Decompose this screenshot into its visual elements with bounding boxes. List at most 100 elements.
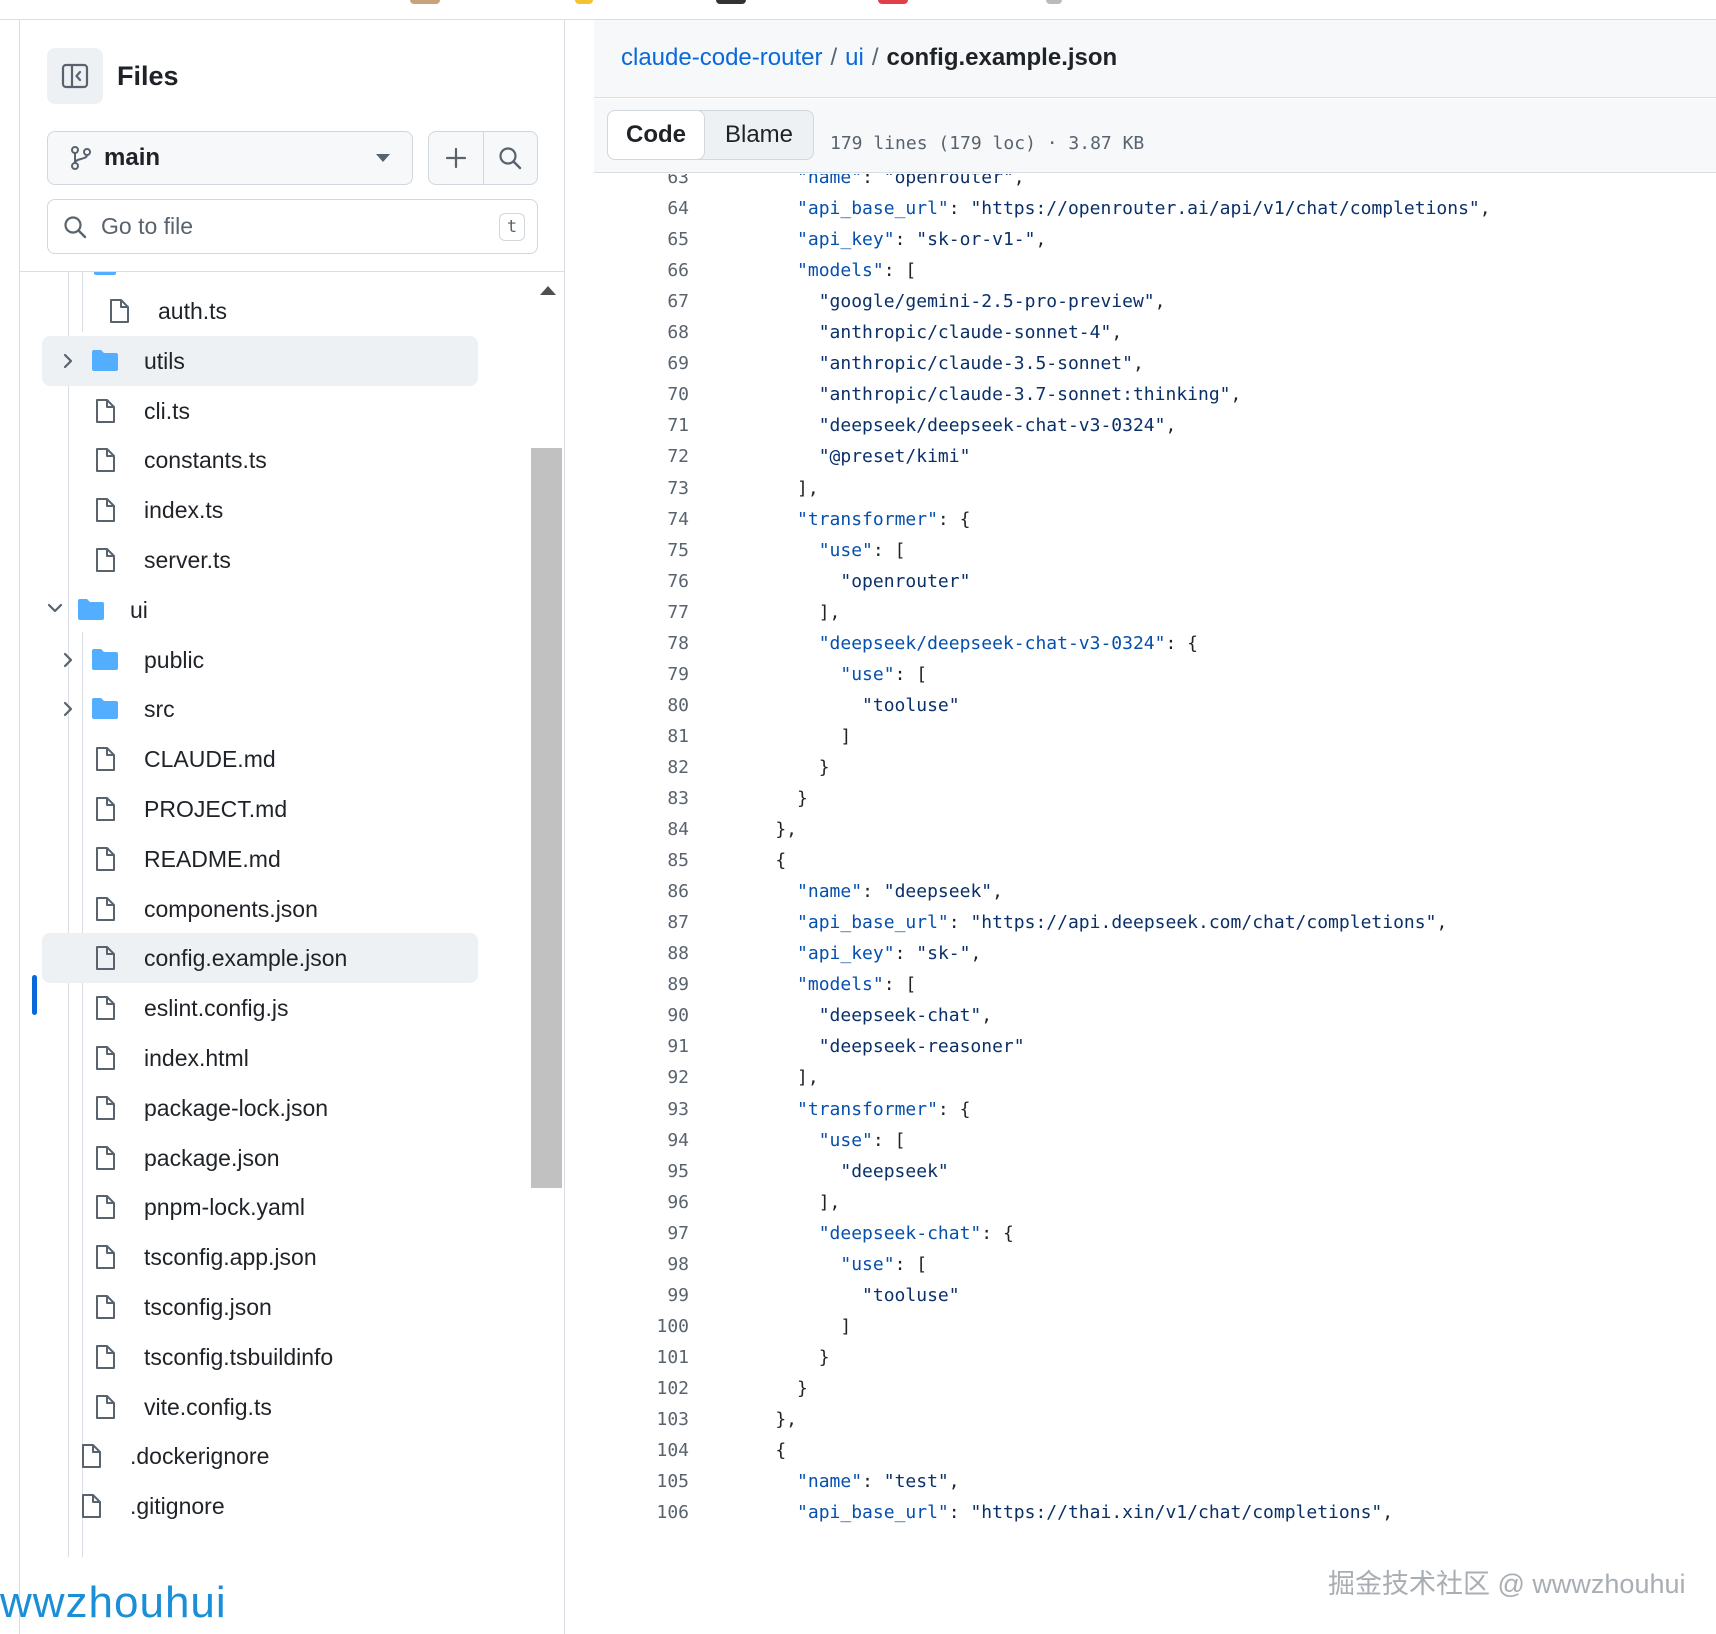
tree-file-server-ts[interactable]: server.ts: [42, 535, 478, 585]
tree-file-auth-ts[interactable]: auth.ts: [42, 286, 478, 336]
line-number[interactable]: 89: [594, 968, 689, 1002]
tree-file-constants-ts[interactable]: constants.ts: [42, 435, 478, 485]
line-number[interactable]: 71: [594, 409, 689, 443]
tree-file-eslint-config-js[interactable]: eslint.config.js: [42, 983, 478, 1033]
tree-file-package-json[interactable]: package.json: [42, 1133, 478, 1183]
line-number[interactable]: 99: [594, 1279, 689, 1313]
code-line: 102 }: [594, 1372, 1716, 1406]
line-content: "use": [: [840, 1253, 928, 1275]
tree-file-pnpm-lock-yaml[interactable]: pnpm-lock.yaml: [42, 1182, 478, 1232]
line-content: "transformer": {: [797, 1098, 971, 1120]
code-line: 79 "use": [: [594, 658, 1716, 692]
line-number[interactable]: 84: [594, 813, 689, 847]
tree-item-label: tsconfig.app.json: [144, 1244, 317, 1271]
line-number[interactable]: 87: [594, 906, 689, 940]
line-number[interactable]: 105: [594, 1465, 689, 1499]
chevron-down-icon[interactable]: [45, 602, 65, 614]
branch-selector-button[interactable]: main: [47, 131, 413, 185]
line-number[interactable]: 68: [594, 316, 689, 350]
line-content: }: [732, 1346, 830, 1368]
tree-folder-public[interactable]: public: [42, 635, 478, 685]
code-line: 101 }: [594, 1341, 1716, 1375]
chevron-right-icon[interactable]: [58, 701, 78, 717]
tree-folder-src[interactable]: src: [42, 684, 478, 734]
tree-file-tsconfig-app-json[interactable]: tsconfig.app.json: [42, 1232, 478, 1282]
line-number[interactable]: 70: [594, 378, 689, 412]
tree-file-cli-ts[interactable]: cli.ts: [42, 386, 478, 436]
add-file-button[interactable]: [429, 132, 483, 184]
line-number[interactable]: 76: [594, 565, 689, 599]
line-number[interactable]: 64: [594, 192, 689, 226]
line-number[interactable]: 86: [594, 875, 689, 909]
line-number[interactable]: 94: [594, 1124, 689, 1158]
tree-file-project-md[interactable]: PROJECT.md: [42, 784, 478, 834]
line-number[interactable]: 81: [594, 720, 689, 754]
blame-tab[interactable]: Blame: [705, 111, 813, 159]
line-number[interactable]: 90: [594, 999, 689, 1033]
chevron-right-icon[interactable]: [58, 353, 78, 369]
line-number[interactable]: 69: [594, 347, 689, 381]
line-number[interactable]: 67: [594, 285, 689, 319]
tree-file-package-lock-json[interactable]: package-lock.json: [42, 1083, 478, 1133]
line-number[interactable]: 72: [594, 440, 689, 474]
code-tab[interactable]: Code: [608, 111, 705, 159]
search-code-button[interactable]: [482, 132, 537, 184]
code-line: 67 "google/gemini-2.5-pro-preview",: [594, 285, 1716, 319]
line-number[interactable]: 92: [594, 1061, 689, 1095]
line-number[interactable]: 96: [594, 1186, 689, 1220]
sidebar-scrollbar[interactable]: [528, 272, 564, 1634]
collapse-sidebar-button[interactable]: [47, 48, 103, 104]
line-number[interactable]: 65: [594, 223, 689, 257]
line-number[interactable]: 77: [594, 596, 689, 630]
line-number[interactable]: 106: [594, 1496, 689, 1530]
breadcrumb-repo-link[interactable]: claude-code-router: [621, 44, 822, 71]
tree-folder-ui[interactable]: ui: [42, 585, 478, 635]
file-actions-group: [428, 131, 538, 185]
line-number[interactable]: 104: [594, 1434, 689, 1468]
line-number[interactable]: 79: [594, 658, 689, 692]
line-number[interactable]: 82: [594, 751, 689, 785]
scroll-up-arrow-icon[interactable]: [540, 286, 556, 295]
line-content: "tooluse": [862, 1284, 960, 1306]
line-number[interactable]: 93: [594, 1093, 689, 1127]
line-number[interactable]: 100: [594, 1310, 689, 1344]
line-number[interactable]: 75: [594, 534, 689, 568]
tree-folder-utils[interactable]: utils: [42, 335, 478, 386]
line-number[interactable]: 95: [594, 1155, 689, 1189]
tree-file-tsconfig-json[interactable]: tsconfig.json: [42, 1282, 478, 1332]
line-content: "name": "deepseek",: [797, 881, 1003, 903]
chevron-right-icon[interactable]: [58, 652, 78, 668]
line-number[interactable]: 85: [594, 844, 689, 878]
breadcrumb-folder-link[interactable]: ui: [845, 44, 864, 71]
line-number[interactable]: 66: [594, 254, 689, 288]
tree-file-index-ts[interactable]: index.ts: [42, 485, 478, 535]
go-to-file-placeholder: Go to file: [101, 213, 194, 239]
tree-file-components-json[interactable]: components.json: [42, 884, 478, 934]
tree-file-tsconfig-tsbuildinfo[interactable]: tsconfig.tsbuildinfo: [42, 1332, 478, 1382]
file-icon: [94, 1294, 116, 1320]
line-number[interactable]: 102: [594, 1372, 689, 1406]
tree-file-claude-md[interactable]: CLAUDE.md: [42, 734, 478, 784]
scrollbar-thumb[interactable]: [531, 448, 562, 1188]
tree-file-vite-config-ts[interactable]: vite.config.ts: [42, 1382, 478, 1432]
line-number[interactable]: 88: [594, 937, 689, 971]
code-line: 74 "transformer": {: [594, 503, 1716, 537]
line-number[interactable]: 103: [594, 1403, 689, 1437]
tree-file-readme-md[interactable]: README.md: [42, 834, 478, 884]
line-number[interactable]: 91: [594, 1030, 689, 1064]
tree-file-dockerignore[interactable]: .dockerignore: [42, 1431, 478, 1481]
tree-file-index-html[interactable]: index.html: [42, 1033, 478, 1083]
tree-item-label: package-lock.json: [144, 1094, 329, 1121]
go-to-file-input[interactable]: Go to file t: [47, 199, 538, 254]
tree-file-config-example-json[interactable]: config.example.json: [42, 933, 478, 984]
line-number[interactable]: 97: [594, 1217, 689, 1251]
line-number[interactable]: 74: [594, 503, 689, 537]
tree-file-gitignore[interactable]: .gitignore: [42, 1481, 478, 1531]
line-number[interactable]: 80: [594, 689, 689, 723]
line-number[interactable]: 101: [594, 1341, 689, 1375]
line-number[interactable]: 98: [594, 1248, 689, 1282]
line-number[interactable]: 73: [594, 472, 689, 506]
file-icon: [94, 1095, 116, 1121]
line-number[interactable]: 78: [594, 627, 689, 661]
line-number[interactable]: 83: [594, 782, 689, 816]
